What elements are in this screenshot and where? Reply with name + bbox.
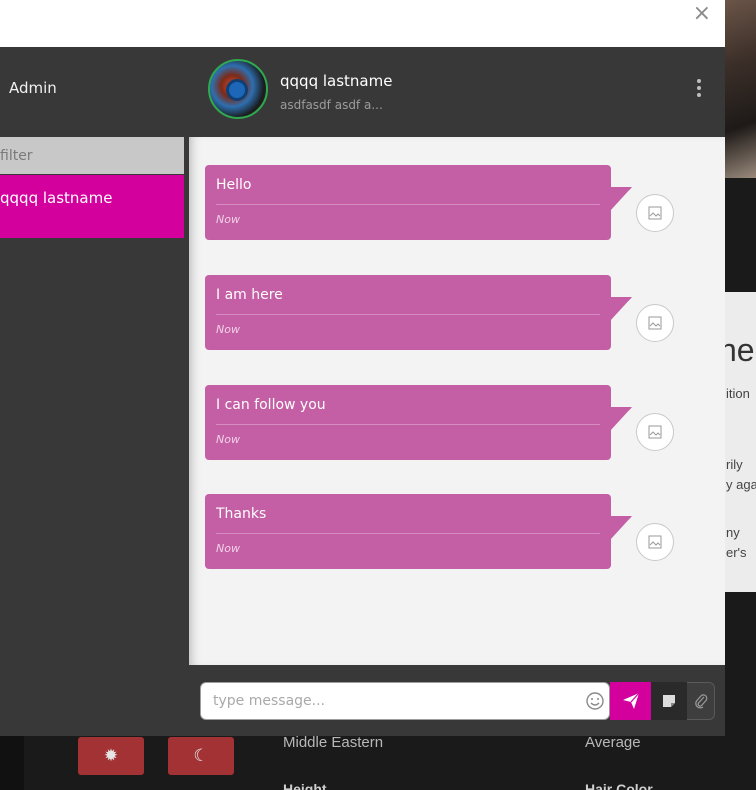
contact-name: qqqq lastname — [280, 72, 393, 90]
message-time: Now — [216, 542, 240, 555]
hair-color-label: Hair Color — [585, 781, 653, 790]
send-button[interactable] — [610, 682, 651, 720]
sender-avatar — [636, 523, 674, 561]
broken-image-icon — [648, 535, 662, 549]
message-time: Now — [216, 433, 240, 446]
dark-mode-button[interactable]: ☾ — [168, 737, 234, 775]
message-composer — [189, 665, 725, 736]
background-card-line: er's — [726, 545, 747, 560]
light-mode-button[interactable]: ✹ — [78, 737, 144, 775]
ethnicity-value: Middle Eastern — [283, 734, 384, 751]
message-time: Now — [216, 323, 240, 336]
background-strip — [0, 736, 24, 790]
message-text: I can follow you — [216, 397, 326, 413]
current-user-label: Admin — [9, 79, 57, 97]
smiley-icon[interactable] — [585, 691, 605, 711]
background-profile-photo — [725, 0, 756, 178]
conversation-header: qqqq lastname asdfasdf asdf a... — [189, 47, 725, 137]
message-input[interactable] — [200, 682, 610, 720]
paper-plane-icon — [622, 692, 639, 709]
message-bubble: Thanks Now — [205, 494, 632, 569]
modal-top-bar: × — [0, 0, 725, 47]
message-list[interactable]: Hello Now I am here Now I can follow you… — [189, 137, 725, 665]
sidebar-item-contact[interactable]: qqqq lastname — [0, 175, 184, 238]
sun-icon: ✹ — [103, 746, 119, 766]
broken-image-icon — [648, 206, 662, 220]
sticker-button[interactable] — [651, 682, 687, 720]
sticky-note-icon — [663, 695, 675, 707]
message-time: Now — [216, 213, 240, 226]
background-card: neo ition rily y aga ny er's — [725, 292, 756, 592]
avatar-image — [226, 79, 248, 101]
broken-image-icon — [648, 425, 662, 439]
background-card-line: y aga — [726, 477, 756, 492]
background-card-line: rily — [726, 457, 743, 472]
background-card-line: ny — [726, 525, 740, 540]
body-type-value: Average — [585, 734, 641, 751]
sender-avatar — [636, 194, 674, 232]
chat-list-header: Admin — [0, 47, 189, 137]
attach-button[interactable] — [687, 682, 715, 720]
message-bubble: I am here Now — [205, 275, 632, 350]
message-bubble: Hello Now — [205, 165, 632, 240]
paperclip-icon — [694, 694, 707, 709]
contact-status: asdfasdf asdf a... — [280, 98, 383, 112]
sender-avatar — [636, 413, 674, 451]
close-icon[interactable]: × — [693, 3, 711, 25]
sidebar-item-label: qqqq lastname — [0, 189, 113, 207]
height-label: Height — [283, 781, 327, 790]
broken-image-icon — [648, 316, 662, 330]
background-card-line: ition — [726, 386, 750, 401]
message-bubble: I can follow you Now — [205, 385, 632, 460]
moon-icon: ☾ — [193, 746, 209, 766]
contact-avatar[interactable] — [208, 59, 268, 119]
chat-modal: × Admin qqqq lastname asdfasdf asdf a...… — [0, 0, 725, 736]
contacts-sidebar: qqqq lastname — [0, 137, 184, 736]
message-text: Hello — [216, 177, 252, 193]
background-card-heading: neo — [725, 332, 756, 368]
message-text: I am here — [216, 287, 283, 303]
filter-input[interactable] — [0, 137, 184, 174]
sender-avatar — [636, 304, 674, 342]
message-text: Thanks — [216, 506, 267, 522]
kebab-menu-icon[interactable] — [697, 79, 703, 97]
